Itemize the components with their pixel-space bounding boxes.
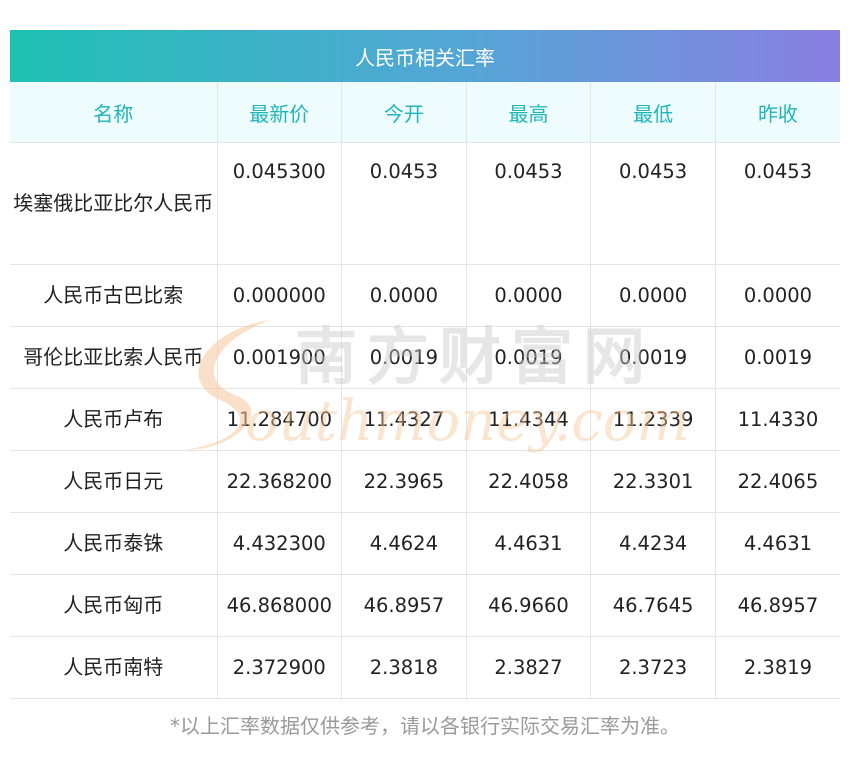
column-header-prev-close: 昨收: [715, 82, 840, 143]
column-header-latest: 最新价: [217, 82, 343, 143]
high-price-cell: 4.4631: [466, 512, 592, 575]
prev-close-cell: 46.8957: [715, 574, 840, 637]
open-price-cell: 0.0453: [341, 142, 467, 265]
high-price-cell: 46.9660: [466, 574, 592, 637]
currency-name-cell: 人民币匈币: [10, 574, 218, 637]
low-price-cell: 0.0019: [590, 326, 716, 389]
high-price-cell: 22.4058: [466, 450, 592, 513]
high-price-cell: 0.0000: [466, 264, 592, 327]
disclaimer-footnote: *以上汇率数据仅供参考，请以各银行实际交易汇率为准。: [170, 714, 680, 738]
table-row: 人民币古巴比索 0.000000 0.0000 0.0000 0.0000 0.…: [10, 264, 840, 327]
open-price-cell: 0.0019: [341, 326, 467, 389]
high-price-cell: 0.0019: [466, 326, 592, 389]
table-row: 人民币日元 22.368200 22.3965 22.4058 22.3301 …: [10, 450, 840, 513]
high-price-cell: 0.0453: [466, 142, 592, 265]
prev-close-cell: 2.3819: [715, 636, 840, 699]
latest-price-cell: 11.284700: [217, 388, 343, 451]
prev-close-cell: 0.0453: [715, 142, 840, 265]
currency-name-cell: 埃塞俄比亚比尔人民币: [10, 142, 218, 265]
open-price-cell: 46.8957: [341, 574, 467, 637]
prev-close-cell: 22.4065: [715, 450, 840, 513]
latest-price-cell: 0.001900: [217, 326, 343, 389]
low-price-cell: 0.0453: [590, 142, 716, 265]
latest-price-cell: 4.432300: [217, 512, 343, 575]
table-row: 人民币卢布 11.284700 11.4327 11.4344 11.2339 …: [10, 388, 840, 451]
currency-name-cell: 人民币卢布: [10, 388, 218, 451]
latest-price-cell: 2.372900: [217, 636, 343, 699]
low-price-cell: 22.3301: [590, 450, 716, 513]
table-title: 人民币相关汇率: [10, 30, 840, 82]
latest-price-cell: 0.000000: [217, 264, 343, 327]
table-header-row: 名称 最新价 今开 最高 最低 昨收: [10, 82, 840, 143]
currency-name-cell: 人民币日元: [10, 450, 218, 513]
table-row: 人民币泰铢 4.432300 4.4624 4.4631 4.4234 4.46…: [10, 512, 840, 575]
open-price-cell: 2.3818: [341, 636, 467, 699]
latest-price-cell: 22.368200: [217, 450, 343, 513]
exchange-rate-table: 名称 最新价 今开 最高 最低 昨收 埃塞俄比亚比尔人民币 0.045300 0…: [10, 82, 840, 699]
low-price-cell: 0.0000: [590, 264, 716, 327]
column-header-open: 今开: [341, 82, 467, 143]
currency-name-cell: 人民币泰铢: [10, 512, 218, 575]
prev-close-cell: 11.4330: [715, 388, 840, 451]
open-price-cell: 11.4327: [341, 388, 467, 451]
low-price-cell: 2.3723: [590, 636, 716, 699]
low-price-cell: 11.2339: [590, 388, 716, 451]
table-row: 哥伦比亚比索人民币 0.001900 0.0019 0.0019 0.0019 …: [10, 326, 840, 389]
prev-close-cell: 0.0019: [715, 326, 840, 389]
exchange-rate-card: 人民币相关汇率 名称 最新价 今开 最高 最低 昨收 埃塞俄比亚比尔人民币 0.…: [10, 30, 840, 699]
currency-name-cell: 人民币古巴比索: [10, 264, 218, 327]
currency-name-cell: 哥伦比亚比索人民币: [10, 326, 218, 389]
table-row: 埃塞俄比亚比尔人民币 0.045300 0.0453 0.0453 0.0453…: [10, 142, 840, 265]
prev-close-cell: 4.4631: [715, 512, 840, 575]
column-header-high: 最高: [466, 82, 592, 143]
table-row: 人民币匈币 46.868000 46.8957 46.9660 46.7645 …: [10, 574, 840, 637]
high-price-cell: 11.4344: [466, 388, 592, 451]
low-price-cell: 4.4234: [590, 512, 716, 575]
latest-price-cell: 0.045300: [217, 142, 343, 265]
open-price-cell: 4.4624: [341, 512, 467, 575]
column-header-low: 最低: [590, 82, 716, 143]
table-row: 人民币南特 2.372900 2.3818 2.3827 2.3723 2.38…: [10, 636, 840, 699]
open-price-cell: 0.0000: [341, 264, 467, 327]
prev-close-cell: 0.0000: [715, 264, 840, 327]
high-price-cell: 2.3827: [466, 636, 592, 699]
low-price-cell: 46.7645: [590, 574, 716, 637]
open-price-cell: 22.3965: [341, 450, 467, 513]
column-header-name: 名称: [10, 82, 218, 143]
currency-name-cell: 人民币南特: [10, 636, 218, 699]
latest-price-cell: 46.868000: [217, 574, 343, 637]
